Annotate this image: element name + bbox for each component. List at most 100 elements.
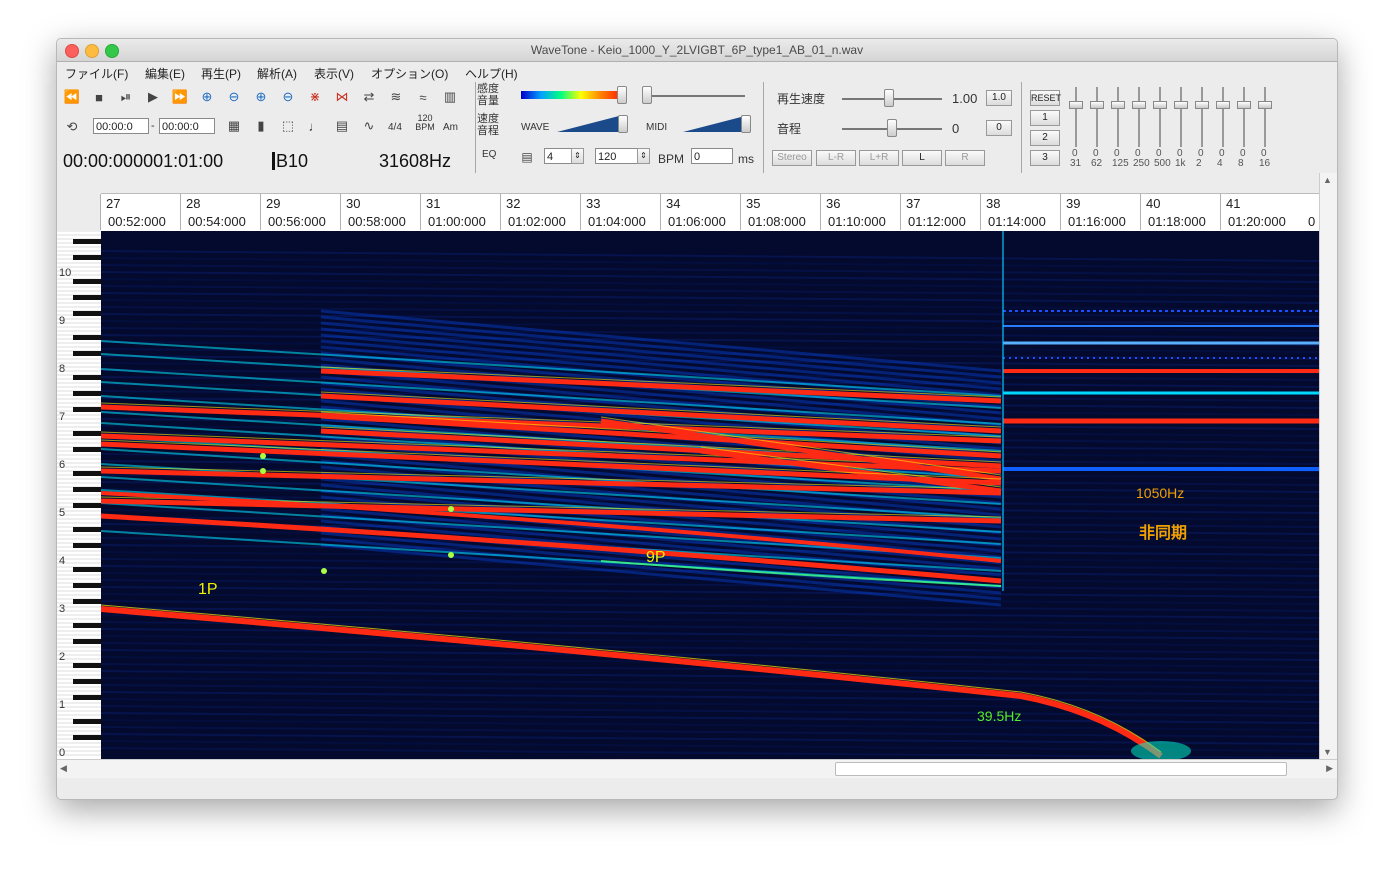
spectrogram[interactable]: 1P 9P 1050Hz 非同期 39.5Hz (101, 231, 1319, 759)
wave-level-knob[interactable] (618, 115, 628, 133)
horizontal-scroll-thumb[interactable] (835, 762, 1287, 776)
label-9p: 9P (646, 549, 666, 566)
menu-play[interactable]: 再生(P) (201, 65, 241, 82)
stereo-button[interactable]: Stereo (772, 150, 812, 166)
time-label: 01:20:000 (1228, 214, 1286, 229)
ruler-tick (660, 194, 661, 230)
menu-edit[interactable]: 編集(E) (145, 65, 185, 82)
eq-reset-button[interactable]: RESET (1030, 90, 1061, 106)
time-ruler[interactable]: 27 28 29 30 31 32 33 34 35 36 37 38 39 40 41 00:52:000 0… (100, 193, 1319, 232)
capsule-icon[interactable]: ▮ (252, 117, 270, 135)
scroll-left-icon[interactable]: ◀ (60, 763, 67, 774)
eq-label[interactable]: EQ (482, 148, 496, 162)
bpm-stepper[interactable]: ⇕ (637, 148, 650, 164)
loop-end-field[interactable]: 00:00:0 (159, 118, 215, 134)
zoom-in-horizontal-icon[interactable]: ⊕ (198, 88, 216, 106)
menu-view[interactable]: 表示(V) (314, 65, 354, 82)
expand-icon[interactable]: ⋇ (306, 88, 324, 106)
zoom-out-vertical-icon[interactable]: ⊖ (279, 88, 297, 106)
l-plus-r-button[interactable]: L+R (859, 150, 899, 166)
table-icon[interactable]: ▤ (333, 117, 351, 135)
sensitivity-slider-knob[interactable] (617, 86, 627, 104)
grid-icon[interactable]: ▦ (225, 117, 243, 135)
eq-band-knob-250[interactable] (1132, 101, 1146, 109)
note-icon[interactable]: ♩ (306, 117, 324, 135)
eq-band-knob-16[interactable] (1258, 101, 1272, 109)
eq-band-knob-4[interactable] (1216, 101, 1230, 109)
eq-band-knob-2[interactable] (1195, 101, 1209, 109)
cursor-marker (272, 152, 275, 170)
swap-icon[interactable]: ⇄ (360, 88, 378, 106)
beat-stepper[interactable]: ⇕ (571, 148, 584, 164)
menu-help[interactable]: ヘルプ(H) (465, 65, 518, 82)
pitch-value: 0 (952, 121, 960, 136)
stop-icon[interactable]: ■ (90, 88, 108, 106)
speed-slider-knob[interactable] (884, 89, 894, 107)
menu-analysis[interactable]: 解析(A) (257, 65, 297, 82)
loop-icon[interactable]: ⟲ (63, 118, 81, 136)
chord-button[interactable]: Am (443, 121, 458, 135)
eq-band-knob-62[interactable] (1090, 101, 1104, 109)
volume-slider-knob[interactable] (642, 86, 652, 104)
play-icon[interactable]: ▶ (144, 88, 162, 106)
pitch-slider-knob[interactable] (887, 119, 897, 137)
zoom-out-horizontal-icon[interactable]: ⊖ (225, 88, 243, 106)
eq-band-slot-62[interactable] (1096, 87, 1098, 147)
speed-reset-button[interactable]: 1.0 (986, 90, 1012, 106)
eq-band-slot-4[interactable] (1222, 87, 1224, 147)
vertical-scrollbar[interactable]: ▲ ▼ (1319, 173, 1337, 759)
time-label: 0 (1308, 214, 1316, 229)
pitch-reset-button[interactable]: 0 (986, 120, 1012, 136)
eq-band-knob-125[interactable] (1111, 101, 1125, 109)
time-label: 01:02:000 (508, 214, 566, 229)
bpm-icon[interactable]: 120 BPM (414, 114, 436, 132)
ms-field[interactable]: 0 (691, 148, 733, 164)
menu-options[interactable]: オプション(O) (371, 65, 448, 82)
horizontal-scrollbar[interactable]: ◀ ▶ (57, 759, 1337, 778)
time-label: 01:08:000 (748, 214, 806, 229)
beat-grid-icon: ▤ (521, 150, 533, 164)
piano-keys-graphic (57, 231, 101, 756)
eq-band-slot-500[interactable] (1159, 87, 1161, 147)
midi-level-knob[interactable] (741, 115, 751, 133)
zoom-in-vertical-icon[interactable]: ⊕ (252, 88, 270, 106)
fast-forward-icon[interactable]: ⏩ (171, 88, 189, 106)
time-label: 01:18:000 (1148, 214, 1206, 229)
measure-number: 34 (666, 196, 681, 211)
scroll-down-icon[interactable]: ▼ (1323, 747, 1332, 757)
scroll-right-icon[interactable]: ▶ (1326, 763, 1333, 774)
eq-preset-3-button[interactable]: 3 (1030, 150, 1060, 166)
eq-band-slot-125[interactable] (1117, 87, 1119, 147)
eq-band-knob-1k[interactable] (1174, 101, 1188, 109)
curve-icon[interactable]: ∿ (360, 117, 378, 135)
menu-file[interactable]: ファイル(F) (65, 65, 128, 82)
eq-band-knob-8[interactable] (1237, 101, 1251, 109)
ruler-tick (1220, 194, 1221, 230)
waveform-icon[interactable]: ≋ (387, 88, 405, 106)
right-channel-button[interactable]: R (945, 150, 985, 166)
eq-preset-1-button[interactable]: 1 (1030, 110, 1060, 126)
waveform2-icon[interactable]: ≈ (414, 88, 432, 106)
loop-start-field[interactable]: 00:00:0 (93, 118, 149, 134)
shrink-icon[interactable]: ⋈ (333, 88, 351, 106)
eq-band-slot-16[interactable] (1264, 87, 1266, 147)
eq-band-slot-31[interactable] (1075, 87, 1077, 147)
select-icon[interactable]: ⬚ (279, 117, 297, 135)
book-icon[interactable]: ▥ (441, 88, 459, 106)
step-play-icon[interactable]: ⏯ (117, 88, 135, 106)
scroll-up-icon[interactable]: ▲ (1323, 175, 1332, 185)
rewind-icon[interactable]: ⏪ (63, 88, 81, 106)
eq-band-slot-1k[interactable] (1180, 87, 1182, 147)
ruler-tick (420, 194, 421, 230)
l-minus-r-button[interactable]: L-R (816, 150, 856, 166)
eq-preset-2-button[interactable]: 2 (1030, 130, 1060, 146)
eq-band-slot-2[interactable] (1201, 87, 1203, 147)
eq-band-knob-31[interactable] (1069, 101, 1083, 109)
left-channel-button[interactable]: L (902, 150, 942, 166)
time-signature-button[interactable]: 4/4 (388, 121, 402, 135)
eq-band-slot-250[interactable] (1138, 87, 1140, 147)
measure-number: 33 (586, 196, 601, 211)
volume-slider[interactable] (645, 95, 745, 97)
eq-band-knob-500[interactable] (1153, 101, 1167, 109)
eq-band-slot-8[interactable] (1243, 87, 1245, 147)
